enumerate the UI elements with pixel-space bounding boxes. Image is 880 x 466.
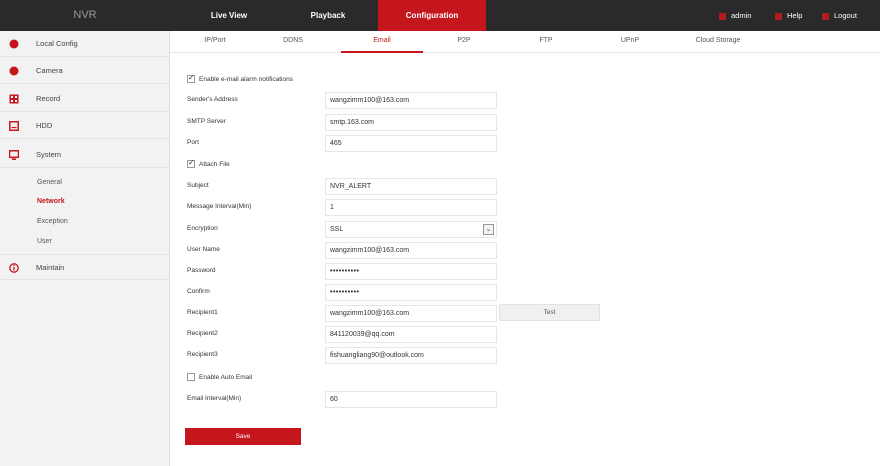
sidebar-label-camera: Camera — [36, 66, 63, 75]
confirm-input[interactable]: •••••••••• — [325, 284, 497, 301]
admin-label: admin — [731, 11, 752, 20]
logout-label: Logout — [834, 11, 857, 20]
username-label: User Name — [187, 246, 220, 253]
app-logo: NVR — [73, 9, 97, 21]
user-icon — [719, 12, 726, 20]
help-label: Help — [787, 11, 803, 20]
tab-email[interactable]: Email — [341, 31, 423, 53]
sidebar-item-local-config[interactable]: Local Config — [0, 31, 170, 57]
monitor-icon — [9, 150, 19, 160]
nav-configuration[interactable]: Configuration — [378, 0, 486, 31]
logout-link[interactable]: Logout — [822, 0, 857, 31]
tab-ip-port[interactable]: IP/Port — [190, 31, 240, 53]
test-button[interactable]: Test — [499, 304, 600, 321]
sidebar-sub-user[interactable]: User — [37, 238, 52, 245]
sidebar-label-local-config: Local Config — [36, 39, 78, 48]
chevron-down-icon[interactable]: ⌄ — [483, 224, 494, 235]
port-input[interactable]: 465 — [325, 135, 497, 152]
confirm-label: Confirm — [187, 288, 210, 295]
password-label: Password — [187, 267, 216, 274]
sidebar-sub-network[interactable]: Network — [37, 198, 65, 205]
recipient2-input[interactable]: 841120039@qq.com — [325, 326, 497, 343]
enable-alarm-checkbox[interactable] — [187, 73, 195, 83]
sidebar-label-hdd: HDD — [36, 121, 53, 130]
auto-email-label: Enable Auto Email — [199, 374, 253, 381]
recipient1-label: Recipient1 — [187, 309, 218, 316]
auto-email-checkbox[interactable] — [187, 373, 195, 381]
sidebar-item-system[interactable]: System — [0, 142, 170, 168]
message-interval-label: Message Interval(Min) — [187, 203, 252, 210]
sidebar-sub-exception[interactable]: Exception — [37, 218, 68, 225]
encryption-select[interactable]: SSL ⌄ — [325, 221, 497, 238]
recipient1-input[interactable]: wangzimm100@163.com — [325, 305, 497, 322]
sidebar-label-maintain: Maintain — [36, 263, 65, 272]
attach-file-label: Attach File — [199, 161, 230, 168]
admin-user[interactable]: admin — [719, 0, 751, 31]
sidebar-item-record[interactable]: Record — [0, 86, 170, 112]
nav-live-view[interactable]: Live View — [198, 0, 260, 31]
message-interval-input[interactable]: 1 — [325, 199, 497, 216]
tab-upnp[interactable]: UPnP — [610, 31, 650, 53]
attach-file-checkbox[interactable] — [187, 158, 195, 168]
logout-icon — [822, 12, 829, 20]
port-label: Port — [187, 139, 199, 146]
subject-input[interactable]: NVR_ALERT — [325, 178, 497, 195]
smtp-server-label: SMTP Server — [187, 118, 226, 125]
tab-ftp[interactable]: FTP — [528, 31, 564, 53]
hdd-icon — [9, 121, 19, 131]
record-icon — [9, 94, 19, 104]
sidebar-item-maintain[interactable]: Maintain — [0, 254, 170, 280]
help-link[interactable]: Help — [775, 0, 802, 31]
username-input[interactable]: wangzimm100@163.com — [325, 242, 497, 259]
sidebar-label-record: Record — [36, 94, 61, 103]
sidebar-label-system: System — [36, 150, 62, 159]
subject-label: Subject — [187, 182, 209, 189]
tab-ddns[interactable]: DDNS — [273, 31, 313, 53]
sender-address-label: Sender's Address — [187, 96, 238, 103]
encryption-label: Encryption — [187, 225, 218, 232]
email-interval-label: Email Interval(Min) — [187, 395, 242, 402]
recipient2-label: Recipient2 — [187, 330, 218, 337]
tab-p2p[interactable]: P2P — [446, 31, 482, 53]
sidebar-item-camera[interactable]: Camera — [0, 58, 170, 84]
password-input[interactable]: •••••••••• — [325, 263, 497, 280]
help-icon — [775, 12, 782, 20]
camera-icon — [9, 66, 19, 76]
nav-playback[interactable]: Playback — [293, 0, 363, 31]
tab-cloud-storage[interactable]: Cloud Storage — [683, 31, 753, 53]
email-interval-input[interactable]: 60 — [325, 391, 497, 408]
smtp-server-input[interactable]: smtp.163.com — [325, 114, 497, 131]
recipient3-input[interactable]: fishuangliang90@outlook.com — [325, 347, 497, 364]
sidebar-sub-general[interactable]: General — [37, 179, 62, 186]
encryption-value: SSL — [330, 226, 344, 233]
sidebar-item-hdd[interactable]: HDD — [0, 113, 170, 139]
sender-address-input[interactable]: wangzimm100@163.com — [325, 92, 497, 109]
top-bar: NVR Live View Playback Configuration adm… — [0, 0, 880, 31]
recipient3-label: Recipient3 — [187, 351, 218, 358]
sidebar: Local Config Camera Record HDD System Ge… — [0, 31, 170, 466]
save-button[interactable]: Save — [185, 428, 301, 445]
config-tabs: IP/Port DDNS Email P2P FTP UPnP Cloud St… — [170, 31, 880, 53]
enable-alarm-label: Enable e-mail alarm notifications — [199, 76, 293, 83]
info-icon — [9, 263, 19, 273]
local-config-icon — [9, 39, 19, 49]
